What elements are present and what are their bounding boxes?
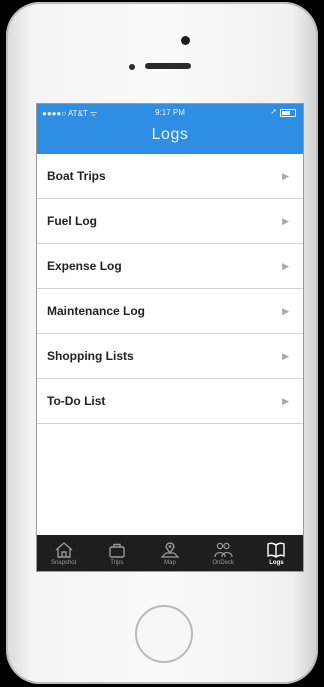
nav-header: ●●●●○ AT&T ᯤ 9:17 PM ➚ Logs [37, 104, 303, 154]
list-item-label: To-Do List [47, 394, 106, 408]
tab-map[interactable]: Map [143, 535, 196, 571]
status-bar: ●●●●○ AT&T ᯤ 9:17 PM ➚ [37, 106, 303, 120]
list-item-shopping-lists[interactable]: Shopping Lists ▶ [37, 334, 303, 379]
tab-label: Trips [110, 559, 124, 566]
people-icon [214, 542, 233, 557]
front-camera [129, 64, 135, 70]
earpiece-speaker [145, 63, 191, 69]
list-item-expense-log[interactable]: Expense Log ▶ [37, 244, 303, 289]
tab-label: Snapshot [50, 559, 77, 566]
tab-ondeck[interactable]: OnDeck [197, 535, 250, 571]
home-icon [55, 541, 73, 558]
tab-bar: Snapshot Trips Map OnDeck Logs [37, 535, 303, 571]
list-item-label: Expense Log [47, 259, 122, 273]
chevron-right-icon: ▶ [282, 170, 289, 181]
app-screen: ●●●●○ AT&T ᯤ 9:17 PM ➚ Logs Boat Trips ▶… [36, 103, 304, 572]
list-item-label: Fuel Log [47, 214, 97, 228]
page-title: Logs [151, 126, 189, 143]
location-arrow-icon: ➚ [270, 107, 277, 116]
list-item-label: Maintenance Log [47, 304, 146, 318]
briefcase-icon [109, 543, 125, 558]
tab-logs[interactable]: Logs [250, 535, 303, 571]
chevron-right-icon: ▶ [282, 305, 289, 316]
tab-trips[interactable]: Trips [90, 535, 143, 571]
status-time: 9:17 PM [155, 108, 185, 117]
list-item-label: Shopping Lists [47, 349, 134, 363]
book-icon [267, 542, 286, 558]
tab-label: OnDeck [212, 559, 235, 566]
camera-dot [181, 36, 190, 45]
battery-icon [280, 109, 296, 117]
map-pin-icon [160, 541, 180, 558]
chevron-right-icon: ▶ [282, 350, 289, 361]
list-item-label: Boat Trips [47, 169, 106, 183]
tab-label: Map [164, 559, 176, 566]
chevron-right-icon: ▶ [282, 395, 289, 406]
chevron-right-icon: ▶ [282, 260, 289, 271]
home-button[interactable] [135, 605, 193, 663]
tab-snapshot[interactable]: Snapshot [37, 535, 90, 571]
chevron-right-icon: ▶ [282, 215, 289, 226]
list-item-todo-list[interactable]: To-Do List ▶ [37, 379, 303, 424]
list-item-maintenance-log[interactable]: Maintenance Log ▶ [37, 289, 303, 334]
logs-list: Boat Trips ▶ Fuel Log ▶ Expense Log ▶ Ma… [37, 154, 303, 424]
tab-label: Logs [269, 559, 284, 566]
list-item-fuel-log[interactable]: Fuel Log ▶ [37, 199, 303, 244]
list-item-boat-trips[interactable]: Boat Trips ▶ [37, 154, 303, 199]
